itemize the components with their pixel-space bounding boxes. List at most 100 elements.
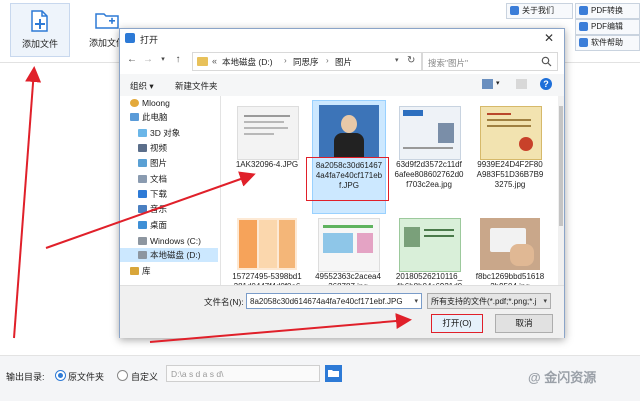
file-item-selected[interactable]: 8a2058c30d614674a4fa7e40cf171ebf.JPG [306, 100, 389, 214]
nav-label: 桌面 [150, 220, 168, 230]
file-item[interactable]: f8bc1269bbd516182b9504.jpg [474, 214, 546, 285]
drive-icon [138, 237, 147, 245]
search-placeholder: 搜索"图片" [428, 58, 469, 68]
view-chevron-icon[interactable]: ▾ [496, 79, 500, 87]
add-file-button[interactable]: 添加文件 [10, 3, 70, 57]
radio-original[interactable] [55, 370, 66, 381]
add-file-label: 添加文件 [21, 39, 58, 49]
file-name: 20180526210116_4b6b8b04c6921d04-c5356 [395, 272, 463, 285]
info-icon [510, 6, 519, 15]
new-folder-button[interactable]: 新建文件夹 [175, 80, 218, 92]
file-name: 8a2058c30d614674a4fa7e40cf171ebf.JPG [315, 161, 383, 190]
help-button[interactable]: 软件帮助 [575, 35, 640, 51]
radio-custom[interactable] [117, 370, 128, 381]
vertical-scrollbar[interactable] [558, 96, 564, 285]
refresh-icon[interactable]: ↻ [407, 55, 415, 66]
chevron-down-icon[interactable]: ▾ [395, 56, 399, 64]
breadcrumb-item-images[interactable]: 图片 [335, 56, 352, 68]
option-custom-label: 自定义 [131, 372, 159, 382]
add-folder-icon [95, 13, 119, 29]
file-name: 1AK32096-4.JPG [235, 160, 299, 169]
pdf-edit-button[interactable]: PDF编辑 [575, 19, 640, 35]
convert-icon [579, 6, 588, 15]
nav-item-music[interactable]: 音乐 [120, 202, 218, 216]
computer-icon [130, 113, 139, 121]
preview-pane-icon[interactable] [516, 79, 527, 89]
nav-item-desktop[interactable]: 桌面 [120, 218, 218, 232]
nav-label: 库 [142, 266, 151, 276]
breadcrumb[interactable]: « 本地磁盘 (D:) › 同思序 › 图片 ▾ ↻ [192, 52, 422, 71]
breadcrumb-item-drive[interactable]: 本地磁盘 (D:) [222, 56, 273, 68]
nav-item-library[interactable]: 库 [120, 264, 218, 278]
file-item[interactable]: 49552363c2acea4368787.jpg [312, 214, 384, 285]
breadcrumb-sep-icon: › [284, 56, 287, 65]
nav-label: 本地磁盘 (D:) [150, 250, 201, 260]
organize-menu[interactable]: 组织 ▾ [130, 80, 154, 92]
folder-3d-icon [138, 129, 147, 137]
file-name: 15727495-5398bd1281d0447f4d0f0a6e4d5385 [232, 272, 302, 285]
filetype-value: 所有支持的文件(*.pdf;*.png;*.j [431, 297, 537, 306]
back-icon[interactable]: ← [126, 54, 138, 66]
nav-label: 3D 对象 [150, 128, 181, 138]
filename-input[interactable]: 8a2058c30d614674a4fa7e40cf171ebf.JPG ▾ [246, 293, 422, 309]
filename-label: 文件名(N): [204, 297, 244, 307]
nav-item-drive-c[interactable]: Windows (C:) [120, 234, 218, 248]
close-icon[interactable]: ✕ [544, 31, 554, 45]
file-item[interactable]: 20180526210116_4b6b8b04c6921d04-c5356 [393, 214, 465, 285]
scrollbar-thumb[interactable] [559, 106, 563, 226]
open-button[interactable]: 打开(O) [431, 314, 483, 333]
nav-item-drive-d[interactable]: 本地磁盘 (D:) [120, 248, 218, 262]
nav-label: 视频 [150, 143, 168, 153]
document-thumbnail [237, 106, 299, 160]
radio-dot [58, 373, 63, 378]
file-item[interactable]: 9939E24D4F2F80A983F51D36B7B93275.jpg [474, 102, 546, 214]
filename-value: 8a2058c30d614674a4fa7e40cf171ebf.JPG [250, 297, 403, 306]
video-icon [138, 144, 147, 152]
option-original-label: 原文件夹 [68, 372, 105, 382]
add-file-icon [31, 10, 48, 32]
browse-folder-button[interactable] [325, 365, 342, 382]
file-name: 63d9f2d3572c11df6afee808602762d0f703c2ea… [394, 160, 464, 189]
nav-item-3d[interactable]: 3D 对象 [120, 126, 218, 140]
file-item[interactable]: 1AK32096-4.JPG [231, 102, 303, 214]
nav-item-pictures[interactable]: 图片 [120, 156, 218, 170]
pdf-edit-label: PDF编辑 [591, 22, 623, 31]
up-icon[interactable]: ↑ [172, 54, 184, 66]
view-icon[interactable] [482, 79, 493, 89]
breadcrumb-item-folder[interactable]: 同思序 [293, 56, 319, 68]
nav-item-this-pc[interactable]: 此电脑 [120, 110, 218, 124]
nav-item-downloads[interactable]: 下载 [120, 187, 218, 201]
about-button[interactable]: 关于我们 [506, 3, 573, 19]
file-item[interactable]: 63d9f2d3572c11df6afee808602762d0f703c2ea… [393, 102, 465, 214]
certificate-thumbnail [480, 106, 542, 160]
search-input[interactable]: 搜索"图片" [422, 52, 558, 71]
forward-icon[interactable]: → [142, 54, 154, 66]
output-dir-label: 输出目录: [6, 372, 45, 382]
download-icon [138, 190, 147, 198]
history-chevron-icon[interactable]: ▾ [157, 54, 169, 66]
pdf-convert-label: PDF转换 [591, 6, 623, 15]
nav-item-documents[interactable]: 文档 [120, 172, 218, 186]
dialog-titlebar: 打开 ✕ [120, 29, 564, 48]
bank-card-thumbnail [399, 106, 461, 160]
help-icon[interactable]: ? [540, 78, 552, 90]
file-type-select[interactable]: 所有支持的文件(*.pdf;*.png;*.j ▾ [427, 293, 551, 309]
search-icon [541, 56, 552, 67]
chevron-down-icon: ▾ [414, 298, 418, 305]
edit-icon [579, 22, 588, 31]
nav-item-video[interactable]: 视频 [120, 141, 218, 155]
pdf-convert-button[interactable]: PDF转换 [575, 3, 640, 19]
file-item[interactable]: 15727495-5398bd1281d0447f4d0f0a6e4d5385 [231, 214, 303, 285]
drive-icon [138, 251, 147, 259]
file-list: 1AK32096-4.JPG 8a2058c30d614674a4fa7e40c… [221, 96, 564, 285]
form-thumbnail [318, 218, 380, 272]
command-bar: 组织 ▾ 新建文件夹 ▾ ? [120, 74, 564, 97]
folder-icon [328, 370, 339, 377]
cancel-button[interactable]: 取消 [495, 314, 553, 333]
license-thumbnail [399, 218, 461, 272]
hand-photo-thumbnail [480, 218, 540, 270]
breadcrumb-sep-icon: › [326, 56, 329, 65]
output-path-input[interactable]: D:\a s d a s d\ [166, 365, 320, 382]
nav-item-user[interactable]: Mloong [120, 96, 218, 110]
folder-icon [197, 57, 208, 66]
